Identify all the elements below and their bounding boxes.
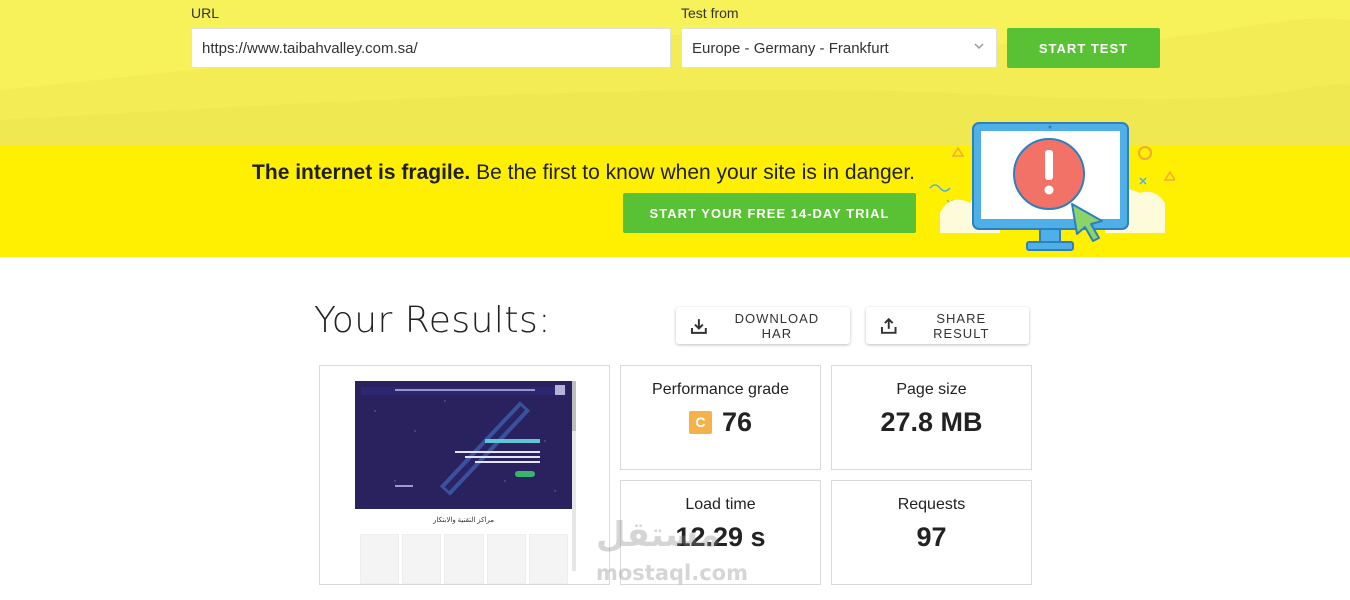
performance-score: 76 [721, 407, 753, 437]
performance-grade-card: Performance grade C 76 [620, 365, 821, 470]
promo-message: The internet is fragile. Be the first to… [252, 161, 915, 185]
site-logo-tiles [360, 534, 569, 584]
site-screenshot-hero [355, 381, 572, 509]
grade-badge: C [688, 411, 712, 434]
start-test-button[interactable]: START TEST [1007, 28, 1160, 68]
promo-text: Be the first to know when your site is i… [470, 161, 915, 184]
test-from-label: Test from [681, 5, 739, 21]
share-result-button[interactable]: SHARE RESULT [866, 307, 1029, 344]
site-tile [402, 534, 442, 584]
site-tile [444, 534, 484, 584]
results-title: Your Results: [314, 300, 551, 341]
page-size-value: 27.8 MB [880, 407, 983, 437]
requests-value: 97 [916, 522, 947, 552]
requests-label: Requests [897, 496, 966, 513]
requests-card: Requests 97 [831, 480, 1032, 585]
watermark-latin: mostaql.com [596, 561, 748, 585]
test-location-value: Europe - Germany - Frankfurt [692, 40, 889, 57]
free-trial-button[interactable]: START YOUR FREE 14-DAY TRIAL [623, 193, 916, 233]
download-har-button[interactable]: DOWNLOAD HAR [676, 307, 850, 344]
download-icon [690, 318, 707, 334]
site-tile [486, 534, 526, 584]
site-tile [528, 534, 569, 584]
url-label: URL [191, 5, 220, 21]
mostaql-watermark: مستقل mostaql.com [596, 515, 766, 590]
site-hero-graphic [355, 381, 572, 509]
page-size-label: Page size [896, 381, 967, 398]
page-size-card: Page size 27.8 MB [831, 365, 1032, 470]
site-screenshot-card: مراكز التقنية والابتكار [319, 365, 610, 585]
promo-bold-text: The internet is fragile. [252, 161, 471, 184]
chevron-down-icon [974, 43, 984, 50]
test-location-select[interactable]: Europe - Germany - Frankfurt [681, 28, 997, 68]
share-icon [880, 317, 897, 334]
load-time-label: Load time [685, 496, 756, 513]
share-result-label: SHARE RESULT [933, 310, 990, 341]
site-screenshot-scrollbar [572, 381, 576, 571]
url-input[interactable] [191, 28, 671, 68]
watermark-arabic: مستقل [596, 515, 721, 555]
download-har-label: DOWNLOAD HAR [734, 310, 820, 341]
alert-monitor-illustration [929, 122, 1175, 251]
performance-grade-label: Performance grade [652, 381, 789, 398]
site-section-heading: مراكز التقنية والابتكار [432, 517, 495, 524]
site-tile [360, 534, 400, 584]
performance-grade-value-row: C 76 [621, 407, 820, 438]
